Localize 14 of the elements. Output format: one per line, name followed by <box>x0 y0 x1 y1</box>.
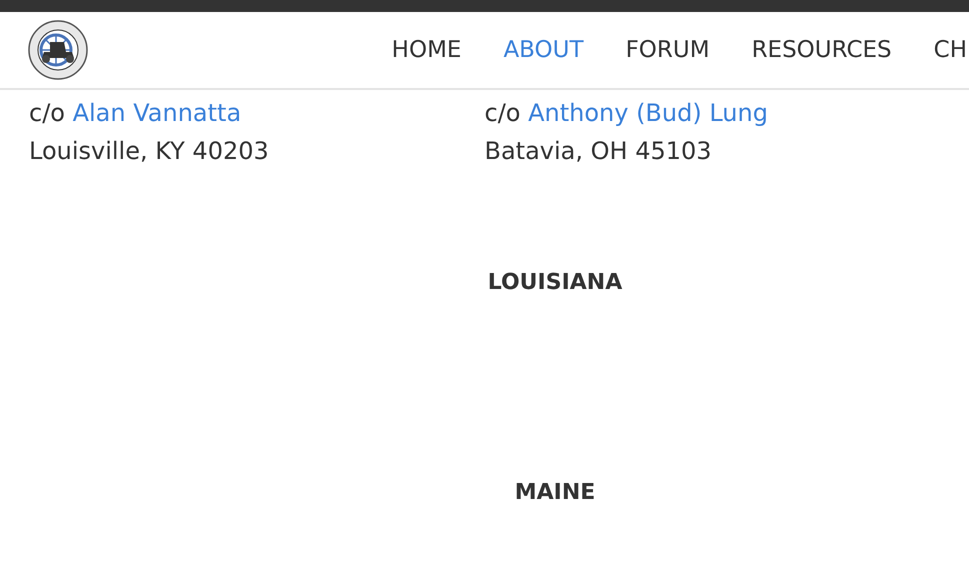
nav-link[interactable]: CH <box>934 37 967 63</box>
city-line: Batavia, OH 45103 <box>484 136 713 167</box>
nav-link[interactable]: FORUM <box>626 37 710 63</box>
nav-link[interactable]: ABOUT <box>503 37 584 63</box>
contact-link[interactable]: Alan Vannatta <box>72 99 242 127</box>
contact-link[interactable]: Anthony (Bud) Lung <box>528 99 768 127</box>
care-of-line: c/o Alan Vannatta <box>29 98 242 129</box>
city-line: Louisville, KY 40203 <box>29 136 270 167</box>
state-heading: LOUISIANA <box>486 270 624 295</box>
club-logo-drawing[interactable] <box>28 20 88 80</box>
nav-link[interactable]: RESOURCES <box>752 37 892 63</box>
state-heading: MAINE <box>514 480 596 505</box>
care-of-line: c/o Anthony (Bud) Lung <box>484 98 769 129</box>
nav-link[interactable]: HOME <box>392 37 462 63</box>
